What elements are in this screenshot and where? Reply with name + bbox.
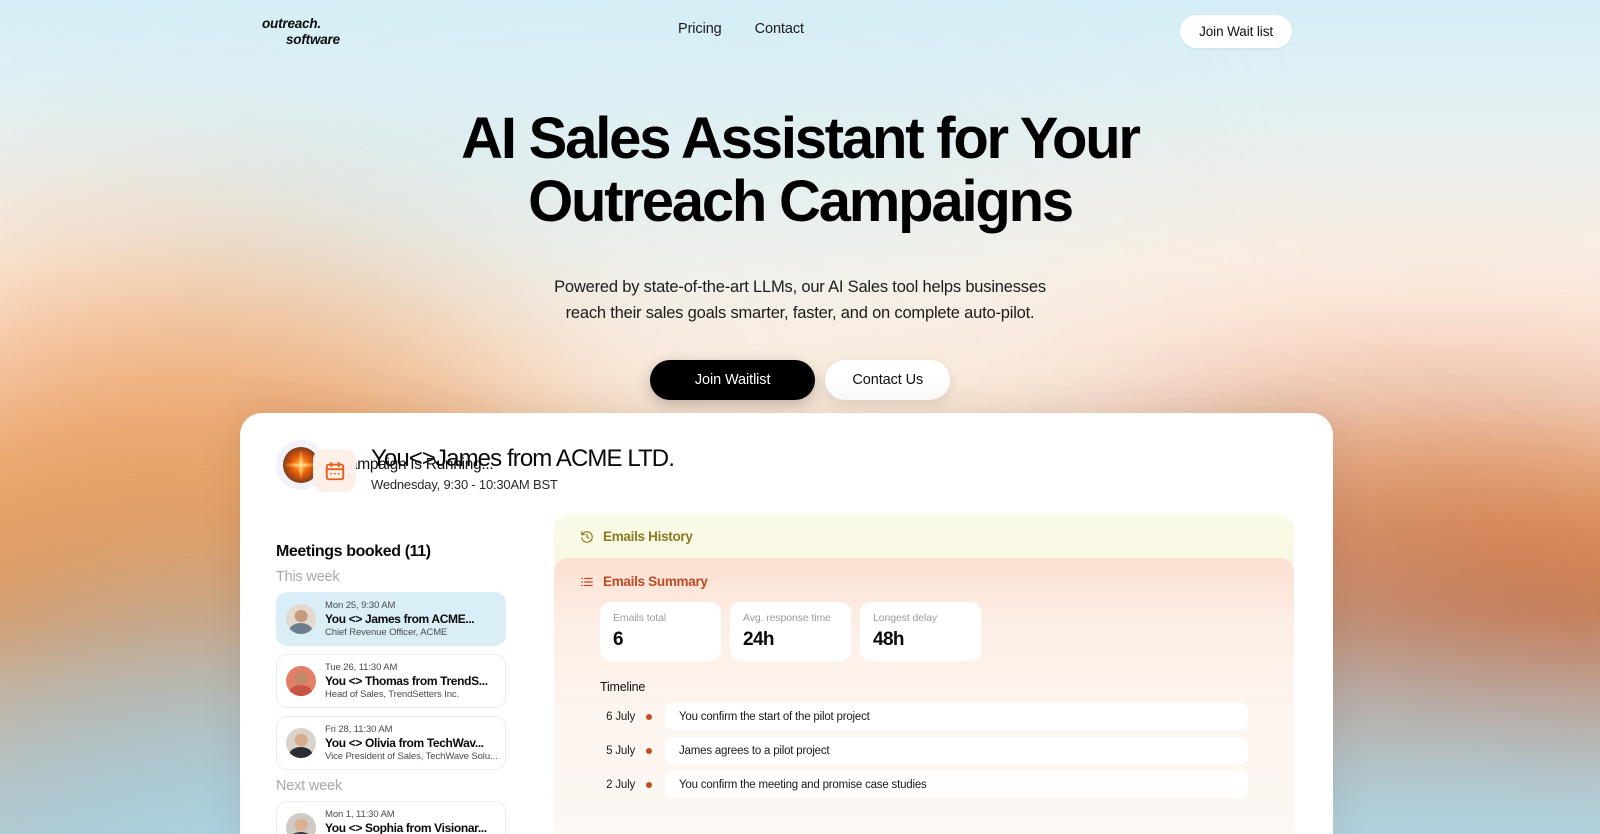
stat-value: 24h bbox=[743, 629, 775, 650]
summary-stats: Emails total 6 Avg. response time 24h Lo… bbox=[554, 589, 1294, 661]
detail-header: You<>James from ACME LTD. Wednesday, 9:3… bbox=[313, 413, 1333, 492]
meeting-list-item[interactable]: Fri 28, 11:30 AM You <> Olivia from Tech… bbox=[276, 716, 506, 770]
meeting-title: You <> Thomas from TrendS... bbox=[325, 674, 488, 688]
emails-summary-header: Emails Summary bbox=[554, 558, 1294, 589]
stat-label: Emails total bbox=[613, 612, 667, 624]
history-icon bbox=[580, 530, 594, 544]
hero-subtitle: Powered by state-of-the-art LLMs, our AI… bbox=[0, 274, 1600, 326]
meeting-detail-pane: You<>James from ACME LTD. Wednesday, 9:3… bbox=[313, 413, 1333, 834]
hero-subtitle-line-1: Powered by state-of-the-art LLMs, our AI… bbox=[554, 278, 1046, 297]
timeline-label: Timeline bbox=[600, 680, 646, 694]
timeline-row[interactable]: 6 July You confirm the start of the pilo… bbox=[554, 703, 1294, 730]
group-label-next-week: Next week bbox=[276, 778, 342, 794]
nav-link-contact[interactable]: Contact bbox=[755, 21, 804, 37]
calendar-icon bbox=[313, 449, 356, 492]
avatar bbox=[286, 813, 316, 834]
hero-cta-group: Join Waitlist Contact Us bbox=[0, 360, 1600, 401]
hero-section: AI Sales Assistant for Your Outreach Cam… bbox=[0, 106, 1600, 401]
timeline-dot-icon bbox=[646, 747, 652, 754]
avatar bbox=[286, 728, 316, 758]
emails-summary-label: Emails Summary bbox=[603, 574, 708, 589]
timeline-dot-icon bbox=[646, 781, 652, 788]
header-join-waitlist-button[interactable]: Join Wait list bbox=[1180, 15, 1292, 48]
meeting-role: Chief Revenue Officer, ACME bbox=[325, 627, 448, 638]
logo[interactable]: outreach. software bbox=[262, 16, 340, 49]
timeline-text: You confirm the start of the pilot proje… bbox=[665, 703, 1248, 730]
meeting-groups: This week Mon 25, 9:30 AM You <> James f… bbox=[276, 569, 540, 834]
stat-label: Avg. response time bbox=[743, 612, 831, 624]
meeting-list-this-week: Mon 25, 9:30 AM You <> James from ACME..… bbox=[276, 592, 506, 770]
timeline-row[interactable]: 2 July You confirm the meeting and promi… bbox=[554, 771, 1294, 798]
list-icon bbox=[580, 575, 594, 589]
detail-subtitle: Wednesday, 9:30 - 10:30AM BST bbox=[371, 477, 558, 493]
timeline-text: James agrees to a pilot project bbox=[665, 737, 1248, 764]
meeting-list-item[interactable]: Tue 26, 11:30 AM You <> Thomas from Tren… bbox=[276, 654, 506, 708]
avatar bbox=[286, 666, 316, 696]
logo-line-2: software bbox=[286, 32, 340, 48]
emails-history-label: Emails History bbox=[603, 529, 693, 544]
meeting-time: Fri 28, 11:30 AM bbox=[325, 724, 393, 735]
avatar bbox=[286, 604, 316, 634]
meeting-title: You <> Olivia from TechWav... bbox=[325, 736, 484, 750]
main-nav: Pricing Contact bbox=[678, 21, 804, 37]
detail-title: You<>James from ACME LTD. bbox=[371, 445, 675, 472]
stat-card-emails-total: Emails total 6 bbox=[600, 602, 721, 661]
join-waitlist-button[interactable]: Join Waitlist bbox=[649, 360, 816, 401]
stat-value: 6 bbox=[613, 629, 624, 650]
nav-link-pricing[interactable]: Pricing bbox=[678, 21, 722, 37]
app-preview-card: Campaign Is Running... Meetings booked (… bbox=[240, 413, 1333, 834]
contact-us-button[interactable]: Contact Us bbox=[825, 360, 951, 401]
meeting-title: You <> Sophia from Visionar... bbox=[325, 821, 487, 834]
meeting-role: Head of Sales, TrendSetters Inc. bbox=[325, 689, 460, 700]
meeting-list-next-week: Mon 1, 11:30 AM You <> Sophia from Visio… bbox=[276, 801, 506, 834]
meeting-title: You <> James from ACME... bbox=[325, 612, 475, 626]
timeline-dot-icon bbox=[646, 713, 652, 720]
timeline-row[interactable]: 5 July James agrees to a pilot project bbox=[554, 737, 1294, 764]
timeline-date: 6 July bbox=[606, 710, 635, 723]
meeting-list-item[interactable]: Mon 1, 11:30 AM You <> Sophia from Visio… bbox=[276, 801, 506, 834]
emails-summary-panel: Emails Summary Emails total 6 Avg. respo… bbox=[554, 558, 1294, 834]
stat-card-longest-delay: Longest delay 48h bbox=[860, 602, 981, 661]
group-label-this-week: This week bbox=[276, 569, 340, 585]
meeting-list-item[interactable]: Mon 25, 9:30 AM You <> James from ACME..… bbox=[276, 592, 506, 646]
meeting-time: Tue 26, 11:30 AM bbox=[325, 662, 398, 673]
timeline-text: You confirm the meeting and promise case… bbox=[665, 771, 1248, 798]
emails-history-header: Emails History bbox=[554, 514, 1294, 544]
timeline-date: 2 July bbox=[606, 778, 635, 791]
page-title: AI Sales Assistant for Your Outreach Cam… bbox=[461, 106, 1141, 234]
timeline-date: 5 July bbox=[606, 744, 635, 757]
meetings-booked-title: Meetings booked (11) bbox=[276, 543, 431, 560]
emails-history-panel[interactable]: Emails History bbox=[554, 514, 1294, 564]
page-root: outreach. software Pricing Contact Join … bbox=[0, 0, 1600, 834]
stat-value: 48h bbox=[873, 629, 905, 650]
meeting-role: Vice President of Sales, TechWave Solu..… bbox=[325, 751, 498, 762]
meeting-time: Mon 1, 11:30 AM bbox=[325, 809, 395, 820]
meeting-time: Mon 25, 9:30 AM bbox=[325, 600, 396, 611]
site-header: outreach. software Pricing Contact Join … bbox=[0, 0, 1600, 60]
stat-card-avg-response-time: Avg. response time 24h bbox=[730, 602, 851, 661]
logo-line-1: outreach. bbox=[262, 16, 321, 31]
stat-label: Longest delay bbox=[873, 612, 938, 624]
timeline-list: 6 July You confirm the start of the pilo… bbox=[554, 703, 1294, 798]
hero-subtitle-line-2: reach their sales goals smarter, faster,… bbox=[565, 304, 1035, 323]
